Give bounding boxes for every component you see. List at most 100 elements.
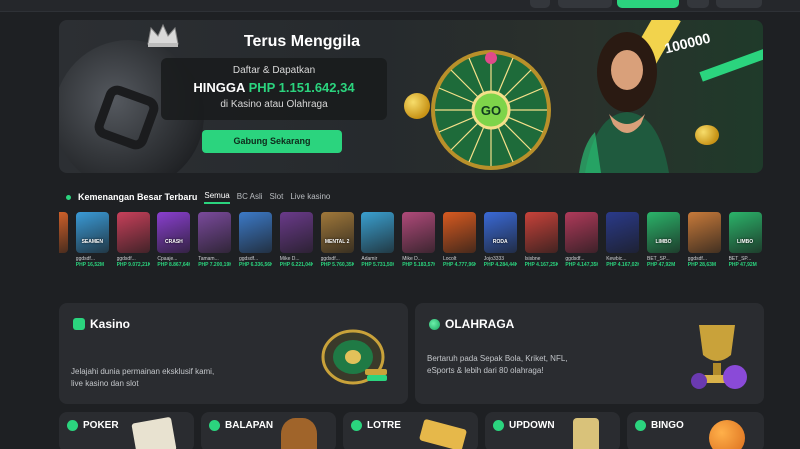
login-button[interactable] (558, 0, 612, 8)
recent-wins-header: Kemenangan Besar Terbaru Semua BC Asli S… (66, 191, 330, 204)
game-thumbnail[interactable] (402, 212, 436, 253)
sports-card-description: Bertaruh pada Sepak Bola, Kriket, NFL, e… (427, 354, 568, 375)
win-item[interactable]: Tamam... PHP 7.200,19K (198, 212, 232, 268)
win-item[interactable]: Lotteries6,72M (59, 212, 68, 268)
updown-card[interactable]: UPDOWN (485, 412, 620, 449)
game-thumbnail[interactable]: LIMBO (647, 212, 680, 253)
sports-card-title: OLAHRAGA (429, 317, 514, 331)
win-item[interactable]: Mike D... PHP 5.183,57K (402, 212, 436, 268)
game-thumbnail[interactable]: MENTAL 2 (320, 212, 354, 253)
prize-wheel-graphic: GO (431, 50, 551, 170)
lottery-card[interactable]: LOTRE (343, 412, 478, 449)
poker-card[interactable]: POKER (59, 412, 194, 449)
wheel-go-label: GO (481, 103, 501, 118)
coin-decoration (695, 125, 719, 145)
racing-card[interactable]: BALAPAN (201, 412, 336, 449)
game-thumbnail[interactable] (116, 212, 150, 253)
roulette-wheel-image (321, 329, 387, 385)
amount-value: PHP 1.151.642,34 (248, 80, 355, 95)
win-item[interactable]: ggdsdf... PHP 28,63M (687, 212, 721, 268)
poker-label: POKER (83, 420, 119, 431)
win-amount: PHP 4.167,02K (606, 262, 640, 268)
win-amount: PHP 7.200,19K (198, 262, 232, 268)
win-item[interactable]: LIMBO BET_SP... PHP 47,92M (728, 212, 762, 268)
win-item[interactable]: MENTAL 2 ggdsdf... PHP 5.760,35K (320, 212, 354, 268)
register-button[interactable] (617, 0, 679, 8)
win-amount: PHP 5.183,57K (402, 262, 436, 268)
win-amount: PHP 4.167,25K (524, 262, 558, 268)
game-thumbnail[interactable] (524, 212, 558, 253)
join-now-button[interactable]: Gabung Sekarang (202, 130, 342, 153)
recent-wins-title: Kemenangan Besar Terbaru (78, 192, 198, 202)
win-item[interactable]: ggdsdf... PHP 4.147,35K (565, 212, 599, 268)
chat-button[interactable] (687, 0, 709, 8)
game-thumbnail[interactable] (606, 212, 640, 253)
game-thumbnail[interactable] (687, 212, 721, 253)
banner-amount: HINGGA PHP 1.151.642,34 (161, 80, 387, 95)
win-item[interactable]: CRASH Cpaaje... PHP 8.867,64K (157, 212, 191, 268)
tab-slot[interactable]: Slot (270, 192, 284, 203)
top-bar (0, 0, 800, 12)
tab-live-kasino[interactable]: Live kasino (290, 192, 330, 203)
win-item[interactable]: Adamir PHP 5.731,50K (361, 212, 395, 268)
updown-label: UPDOWN (509, 420, 555, 431)
game-thumbnail[interactable]: SEAMEN (75, 212, 109, 253)
sports-card[interactable]: OLAHRAGA Bertaruh pada Sepak Bola, Krike… (415, 303, 764, 404)
win-amount: PHP 16,52M (75, 262, 105, 268)
game-thumbnail[interactable]: RODA (483, 212, 517, 253)
game-thumbnail[interactable] (565, 212, 599, 253)
win-item[interactable]: Mike D... PHP 6.221,04K (279, 212, 313, 268)
win-amount: PHP 6.336,56K (239, 262, 272, 268)
game-thumbnail[interactable] (59, 212, 68, 253)
bingo-card[interactable]: BINGO (627, 412, 764, 449)
game-title: LIMBO (737, 239, 754, 245)
win-item[interactable]: Kewbic... PHP 4.167,02K (606, 212, 640, 268)
horse-image (281, 418, 317, 449)
win-amount: PHP 28,63M (687, 262, 717, 268)
game-title: CRASH (165, 239, 183, 245)
game-thumbnail[interactable]: CRASH (157, 212, 191, 253)
win-item[interactable]: LIMBO BET_SP... PHP 47,92M (647, 212, 680, 268)
win-item[interactable]: SEAMEN ggdsdf... PHP 16,52M (75, 212, 109, 268)
menu-button[interactable] (716, 0, 762, 8)
win-item[interactable]: RODA Jojo3333 PHP 4.284,44K (483, 212, 517, 268)
game-thumbnail[interactable] (239, 212, 272, 253)
bingo-icon (635, 420, 646, 431)
win-item[interactable]: ggdsdf... PHP 6.336,56K (239, 212, 272, 268)
banner-title: Terus Menggila (243, 33, 361, 50)
win-amount: PHP 5.760,35K (320, 262, 354, 268)
promo-banner[interactable]: Terus Menggila Daftar & Dapatkan HINGGA … (59, 20, 763, 173)
win-amount: PHP 4.777,96K (443, 262, 476, 268)
crown-icon (147, 23, 179, 47)
ticket-image (418, 418, 468, 449)
win-amount: PHP 4.147,35K (565, 262, 599, 268)
game-title: LIMBO (655, 239, 672, 245)
lottery-icon (351, 420, 362, 431)
game-thumbnail[interactable] (361, 212, 395, 253)
tab-semua[interactable]: Semua (204, 191, 230, 204)
live-dot-icon (66, 194, 71, 200)
decor-stripe (699, 48, 763, 82)
win-amount: PHP 47,92M (647, 262, 676, 268)
updown-icon (493, 420, 504, 431)
game-thumbnail[interactable] (198, 212, 232, 253)
racing-label: BALAPAN (225, 420, 274, 431)
game-thumbnail[interactable] (443, 212, 476, 253)
win-item[interactable]: Locolt PHP 4.777,96K (443, 212, 476, 268)
lottery-label: LOTRE (367, 420, 401, 431)
amount-prefix: HINGGA (193, 80, 245, 95)
game-thumbnail[interactable] (279, 212, 313, 253)
win-amount: PHP 6.221,04K (279, 262, 313, 268)
game-thumbnail[interactable]: LIMBO (728, 212, 762, 253)
game-title: MENTAL 2 (324, 239, 350, 245)
racing-icon (209, 420, 220, 431)
casino-card[interactable]: Kasino Jelajahi dunia permainan eksklusi… (59, 303, 408, 404)
tab-bc-asli[interactable]: BC Asli (237, 192, 263, 203)
casino-card-description: Jelajahi dunia permainan eksklusif kami,… (71, 367, 215, 388)
win-amount: PHP 47,92M (728, 262, 757, 268)
search-button[interactable] (530, 0, 550, 8)
win-item[interactable]: Isisbne PHP 4.167,25K (524, 212, 558, 268)
casino-icon (73, 318, 85, 330)
win-amount: PHP 5.731,50K (361, 262, 395, 268)
win-item[interactable]: ggdsdf... PHP 9.072,21K (116, 212, 150, 268)
